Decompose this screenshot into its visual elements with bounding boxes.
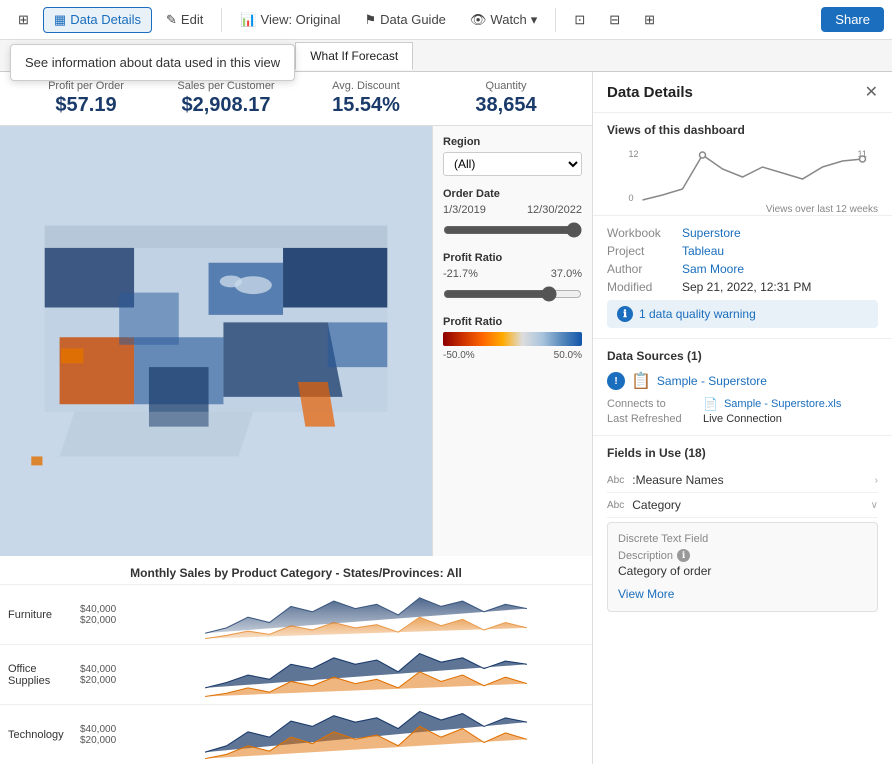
stat-sales-per-customer: Sales per Customer $2,908.17	[156, 80, 296, 117]
chart-row-technology: Technology $40,000 $20,000	[0, 704, 592, 764]
chart-icon: 📊	[240, 12, 256, 28]
date-range-slider[interactable]	[443, 222, 582, 238]
meta-workbook: Workbook Superstore	[607, 226, 878, 240]
svg-text:12: 12	[629, 149, 639, 159]
mini-chart: 12 0 11 Views over last 12 weeks	[607, 145, 878, 205]
details-header: Data Details ✕	[593, 72, 892, 113]
workbook-link[interactable]: Superstore	[682, 226, 741, 240]
info-icon: ℹ	[617, 306, 633, 322]
field-item-measure-names[interactable]: Abc :Measure Names ›	[607, 468, 878, 493]
watch-chevron-icon: ▾	[531, 12, 538, 28]
project-link[interactable]: Tableau	[682, 244, 724, 258]
data-details-icon: ▦	[54, 12, 66, 28]
chevron-right-icon: ›	[875, 475, 878, 486]
data-details-btn[interactable]: ▦ Data Details	[43, 7, 152, 33]
map-controls-area: Region (All) Order Date 1/3/2019 12/30/2…	[0, 126, 592, 556]
views-subtitle: Views over last 12 weeks	[607, 204, 878, 215]
details-panel: Data Details ✕ Views of this dashboard 1…	[592, 72, 892, 764]
content-area: Profit per Order $57.19 Sales per Custom…	[0, 72, 592, 764]
toolbar-separator-2	[555, 8, 556, 32]
furniture-graph	[140, 585, 592, 644]
device-btn-1[interactable]: ⊡	[564, 8, 595, 32]
view-more-link[interactable]: View More	[618, 587, 674, 601]
meta-modified: Modified Sep 21, 2022, 12:31 PM	[607, 280, 878, 294]
warning-box[interactable]: ℹ 1 data quality warning	[607, 300, 878, 328]
office-values: $40,000 $20,000	[80, 645, 140, 704]
office-graph	[140, 645, 592, 704]
source-connects: Connects to 📄 Sample - Superstore.xls La…	[607, 397, 878, 425]
order-date-control: Order Date 1/3/2019 12/30/2022	[443, 188, 582, 240]
profit-ratio-slider-control: Profit Ratio -21.7% 37.0%	[443, 252, 582, 304]
chart-row-furniture: Furniture $40,000 $20,000	[0, 584, 592, 644]
office-label: Office Supplies	[0, 645, 80, 704]
fields-section: Fields in Use (18) Abc :Measure Names › …	[593, 436, 892, 626]
chart-rows: Furniture $40,000 $20,000	[0, 584, 592, 764]
toolbar-separator	[221, 8, 222, 32]
device-icon-1: ⊡	[574, 12, 585, 28]
connects-to-link[interactable]: Sample - Superstore.xls	[724, 398, 841, 410]
tech-graph	[140, 705, 592, 764]
source-name-link[interactable]: Sample - Superstore	[657, 374, 767, 388]
desc-info-icon: ℹ	[677, 549, 690, 562]
furniture-label: Furniture	[0, 585, 80, 644]
color-bar	[443, 332, 582, 346]
profit-ratio-slider[interactable]	[443, 286, 582, 302]
watch-btn[interactable]: 👁 Watch ▾	[460, 8, 547, 32]
stat-profit-per-order: Profit per Order $57.19	[16, 80, 156, 117]
tooltip-box: See information about data used in this …	[10, 44, 295, 81]
chart-row-office: Office Supplies $40,000 $20,000	[0, 644, 592, 704]
stat-quantity: Quantity 38,654	[436, 80, 576, 117]
meta-author: Author Sam Moore	[607, 262, 878, 276]
date-range-display: 1/3/2019 12/30/2022	[443, 204, 582, 216]
home-icon: ⊞	[18, 12, 29, 28]
edit-icon: ✎	[166, 12, 177, 28]
connects-to-row: Connects to 📄 Sample - Superstore.xls	[607, 397, 878, 411]
region-select[interactable]: (All)	[443, 152, 582, 176]
device-icon-3: ⊞	[644, 12, 655, 28]
device-icon-2: ⊟	[609, 12, 620, 28]
svg-text:0: 0	[629, 193, 634, 203]
guide-icon: ⚑	[364, 12, 376, 28]
edit-btn[interactable]: ✎ Edit	[156, 8, 213, 32]
source-item: ! 📋 Sample - Superstore	[607, 371, 878, 391]
file-icon: 📄	[703, 397, 718, 411]
tech-values: $40,000 $20,000	[80, 705, 140, 764]
controls-panel: Region (All) Order Date 1/3/2019 12/30/2…	[432, 126, 592, 556]
main-layout: Profit per Order $57.19 Sales per Custom…	[0, 72, 892, 764]
sources-section: Data Sources (1) ! 📋 Sample - Superstore…	[593, 339, 892, 436]
last-refreshed-value: Live Connection	[703, 413, 782, 425]
modified-value: Sep 21, 2022, 12:31 PM	[682, 280, 811, 294]
field-expanded-category: Discrete Text Field Description ℹ Catego…	[607, 522, 878, 612]
last-refreshed-row: Last Refreshed Live Connection	[607, 413, 878, 425]
toolbar: ⊞ ▦ Data Details ✎ Edit 📊 View: Original…	[0, 0, 892, 40]
close-details-button[interactable]: ✕	[865, 82, 878, 102]
source-warning-icon: !	[607, 372, 625, 390]
colorbar-labels: -50.0% 50.0%	[443, 350, 582, 361]
charts-area: Monthly Sales by Product Category - Stat…	[0, 556, 592, 764]
device-btn-3[interactable]: ⊞	[634, 8, 665, 32]
furniture-values: $40,000 $20,000	[80, 585, 140, 644]
home-btn[interactable]: ⊞	[8, 8, 39, 32]
profit-ratio-color-control: Profit Ratio -50.0% 50.0%	[443, 316, 582, 361]
share-button[interactable]: Share	[821, 7, 884, 32]
map-area[interactable]	[0, 126, 432, 556]
meta-project: Project Tableau	[607, 244, 878, 258]
stat-avg-discount: Avg. Discount 15.54%	[296, 80, 436, 117]
chevron-down-icon: ∨	[871, 500, 878, 511]
view-original-btn[interactable]: 📊 View: Original	[230, 8, 350, 32]
metadata-section: Workbook Superstore Project Tableau Auth…	[593, 216, 892, 339]
source-file-icon: 📋	[631, 371, 651, 391]
author-link[interactable]: Sam Moore	[682, 262, 744, 276]
region-control: Region (All)	[443, 136, 582, 176]
watch-icon: 👁	[470, 12, 487, 28]
profit-ratio-range-display: -21.7% 37.0%	[443, 268, 582, 280]
views-section: Views of this dashboard 12 0 11 Views ov…	[593, 113, 892, 216]
tech-label: Technology	[0, 705, 80, 764]
device-btn-2[interactable]: ⊟	[599, 8, 630, 32]
tab-what-if[interactable]: What If Forecast	[295, 42, 413, 70]
data-guide-btn[interactable]: ⚑ Data Guide	[354, 8, 455, 32]
field-item-category[interactable]: Abc Category ∨	[607, 493, 878, 518]
